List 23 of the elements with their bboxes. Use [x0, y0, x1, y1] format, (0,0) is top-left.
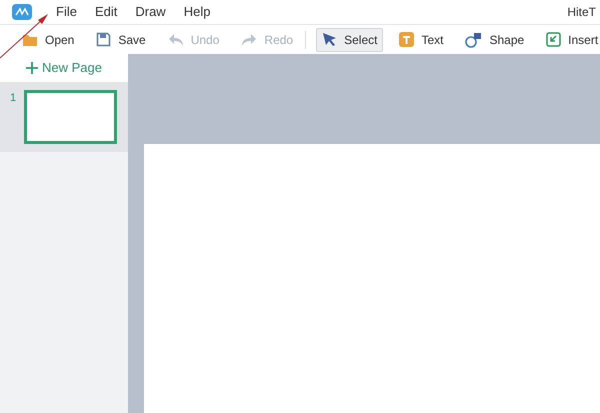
menu-item[interactable]: Draw [135, 2, 166, 22]
window-title: HiteT [567, 4, 596, 21]
toolbar-button[interactable]: Insert [540, 28, 600, 52]
shapes-icon [465, 32, 482, 48]
undo-icon [168, 32, 184, 46]
insert-icon [546, 32, 562, 47]
plus-icon [26, 62, 38, 74]
page-number: 1 [10, 91, 16, 106]
new-page-button[interactable]: New Page [0, 54, 128, 82]
text-tool-icon [399, 32, 414, 47]
toolbar-button[interactable]: Text [393, 28, 450, 52]
toolbar-button[interactable]: Select [316, 28, 384, 52]
toolbar-button[interactable]: Shape [459, 28, 530, 52]
save-icon [96, 32, 112, 47]
toolbar-button[interactable]: Open [16, 28, 80, 52]
toolbar-button[interactable]: Save [90, 28, 152, 52]
cursor-icon [322, 32, 338, 47]
redo-icon [241, 32, 258, 46]
folder-icon [22, 32, 38, 46]
menu-item[interactable]: Edit [94, 2, 118, 22]
app-logo-icon [12, 4, 32, 20]
menu-item[interactable]: File [56, 2, 77, 22]
menu-item[interactable]: Help [184, 2, 210, 22]
